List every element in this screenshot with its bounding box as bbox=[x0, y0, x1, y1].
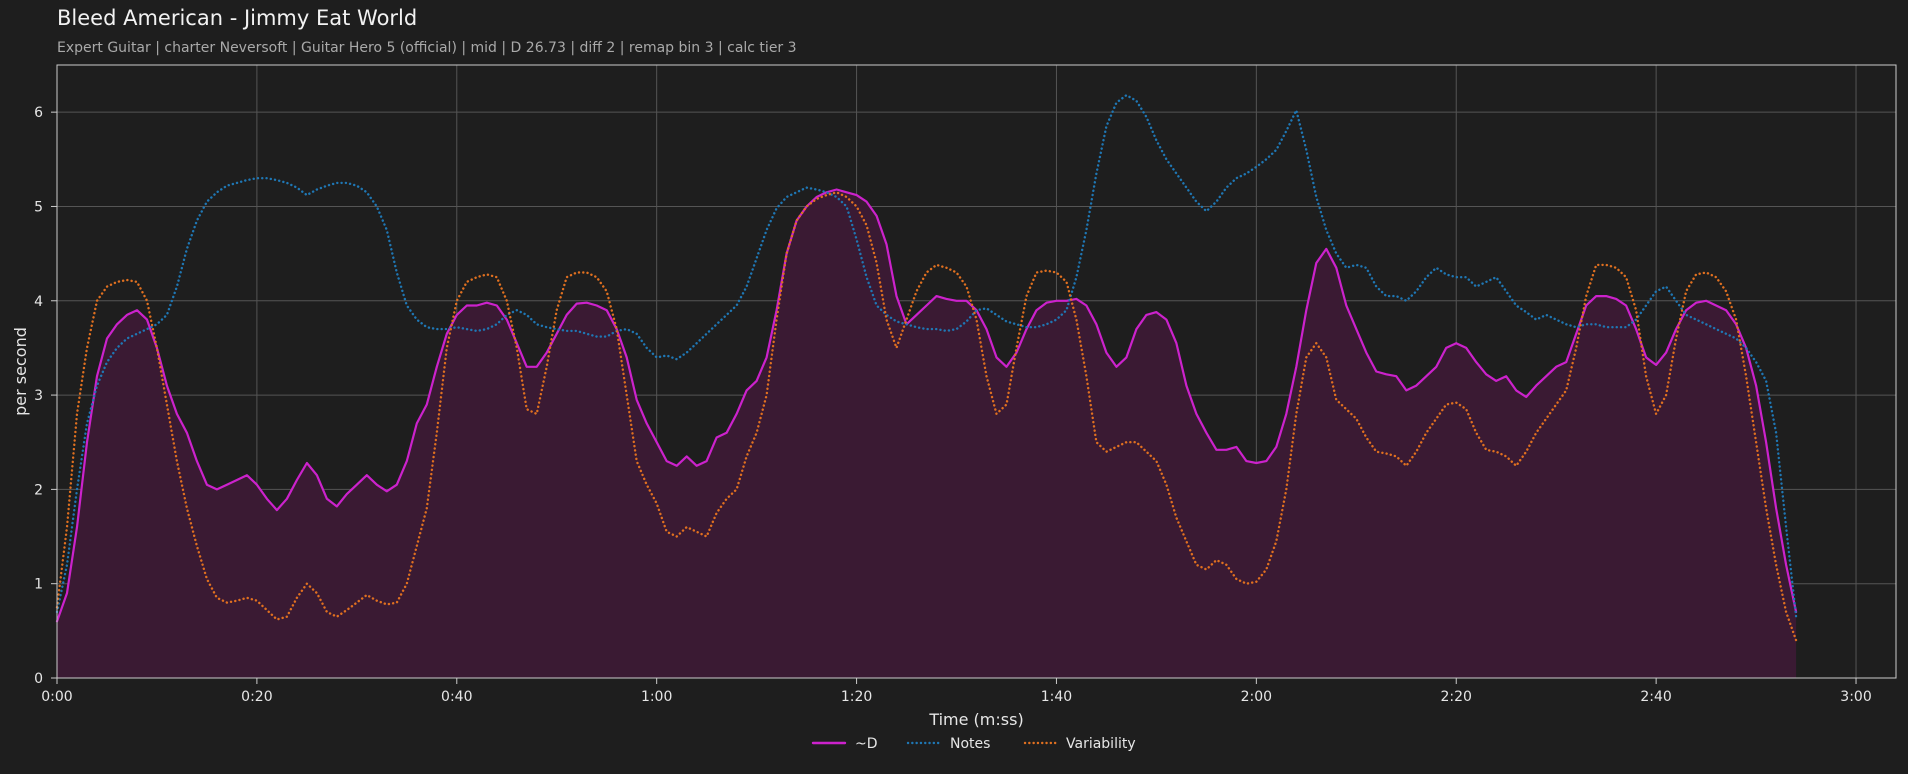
chart-canvas: 0:00 0:20 0:40 1:00 1:20 1:40 2:00 2:20 2:40 3:00… bbox=[11, 64, 1897, 752]
x-tick-label: 2:00 bbox=[1241, 689, 1272, 705]
x-tick-label: 0:40 bbox=[441, 689, 472, 705]
x-tick-label: 0:20 bbox=[241, 689, 272, 705]
y-axis-label: per second bbox=[11, 327, 30, 416]
legend-label: Notes bbox=[950, 736, 990, 752]
x-tick-label: 1:40 bbox=[1041, 689, 1072, 705]
y-tick-label: 4 bbox=[34, 294, 43, 310]
y-tick-label: 0 bbox=[34, 671, 43, 687]
x-tick-label: 1:20 bbox=[841, 689, 872, 705]
y-tick-label: 2 bbox=[34, 482, 43, 498]
x-tick-label: 0:00 bbox=[41, 689, 72, 705]
x-axis-label: Time (m:ss) bbox=[928, 710, 1023, 729]
y-tick-label: 5 bbox=[34, 199, 43, 215]
y-tick-label: 3 bbox=[34, 388, 43, 404]
x-tick-label: 2:20 bbox=[1441, 689, 1472, 705]
x-tick-label: 1:00 bbox=[641, 689, 672, 705]
x-tick-label: 3:00 bbox=[1840, 689, 1871, 705]
legend: ~D Notes Variability bbox=[811, 736, 1136, 752]
y-tick-label: 6 bbox=[34, 105, 43, 121]
y-tick-label: 1 bbox=[34, 577, 43, 593]
legend-label: ~D bbox=[855, 736, 878, 752]
x-tick-label: 2:40 bbox=[1640, 689, 1671, 705]
legend-label: Variability bbox=[1066, 736, 1136, 752]
